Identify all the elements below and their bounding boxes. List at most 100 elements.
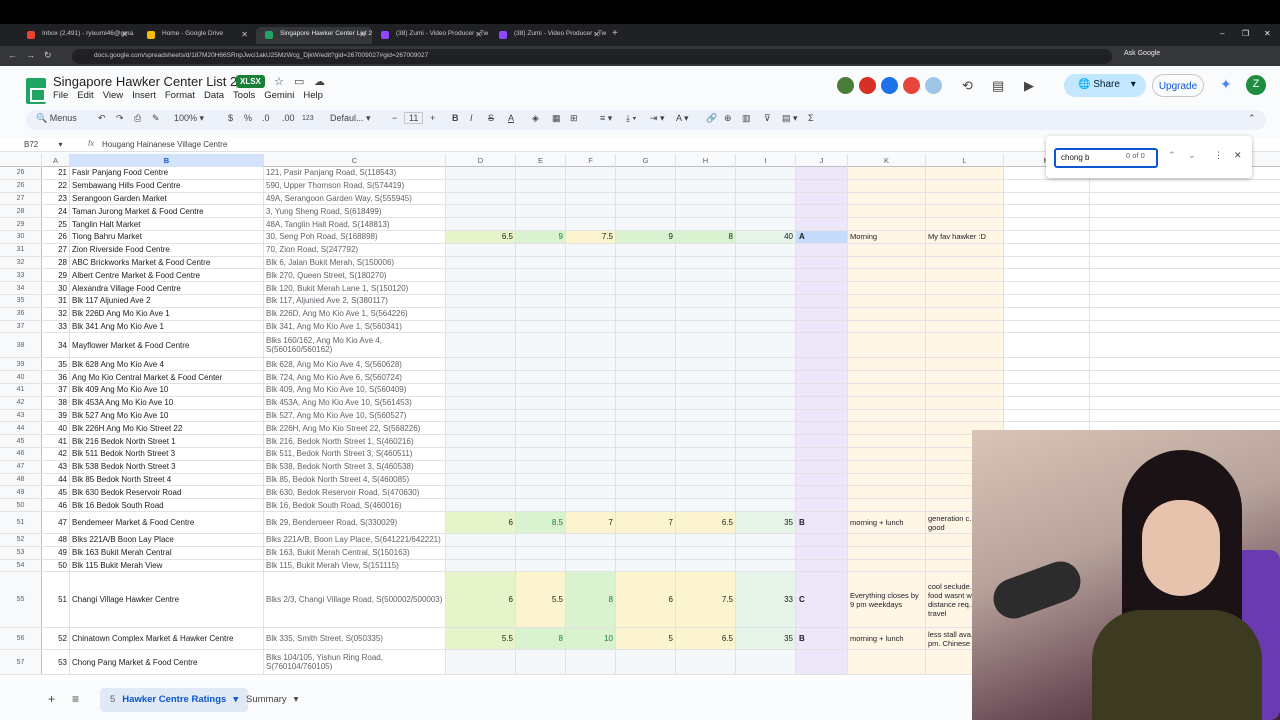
- score-cell[interactable]: 6: [446, 512, 516, 533]
- paint-format-icon[interactable]: ✎: [152, 113, 160, 124]
- score-cell[interactable]: [516, 320, 566, 333]
- total-score-cell[interactable]: [736, 333, 796, 358]
- reload-icon[interactable]: ↻: [44, 50, 52, 61]
- index-cell[interactable]: 38: [42, 396, 70, 409]
- score-cell[interactable]: [446, 546, 516, 559]
- horizontal-align-icon[interactable]: ≡ ▾: [600, 113, 612, 124]
- share-button[interactable]: 🌐 Share ▾: [1064, 74, 1146, 97]
- score-cell[interactable]: [516, 295, 566, 307]
- address-cell[interactable]: 48A, Tanglin Halt Road, S(148813): [264, 218, 446, 230]
- hawker-name-cell[interactable]: Blk 628 Ang Mo Kio Ave 4: [70, 358, 264, 371]
- score-cell[interactable]: [516, 179, 566, 192]
- column-header-a[interactable]: A: [42, 154, 70, 167]
- hawker-name-cell[interactable]: Blk 85 Bedok North Street 4: [70, 473, 264, 486]
- comment-cell[interactable]: [926, 295, 1004, 307]
- score-cell[interactable]: [516, 307, 566, 320]
- formula-input[interactable]: Hougang Hainanese Village Centre: [102, 140, 227, 149]
- hawker-name-cell[interactable]: Blk 630 Bedok Reservoir Road: [70, 486, 264, 499]
- score-cell[interactable]: [446, 460, 516, 473]
- score-cell[interactable]: [446, 333, 516, 358]
- row-number[interactable]: 38: [0, 333, 42, 358]
- hawker-name-cell[interactable]: Tiong Bahru Market: [70, 231, 264, 243]
- best-time-cell[interactable]: [848, 435, 926, 447]
- hawker-name-cell[interactable]: Blk 117 Aljunied Ave 2: [70, 295, 264, 307]
- total-score-cell[interactable]: [736, 448, 796, 460]
- score-cell[interactable]: [516, 409, 566, 422]
- address-cell[interactable]: Blk 216, Bedok North Street 1, S(460216): [264, 435, 446, 447]
- total-score-cell[interactable]: [736, 396, 796, 409]
- index-cell[interactable]: 40: [42, 422, 70, 435]
- address-cell[interactable]: Blk 527, Ang Mo Kio Ave 10, S(560527): [264, 409, 446, 422]
- address-cell[interactable]: 30, Seng Poh Road, S(168898): [264, 231, 446, 243]
- score-cell[interactable]: [516, 205, 566, 218]
- hawker-name-cell[interactable]: Bendemeer Market & Food Centre: [70, 512, 264, 533]
- score-cell[interactable]: [676, 167, 736, 179]
- score-cell[interactable]: [616, 499, 676, 511]
- grade-cell[interactable]: [796, 499, 848, 511]
- index-cell[interactable]: 21: [42, 167, 70, 179]
- row-number[interactable]: 53: [0, 546, 42, 559]
- score-cell[interactable]: [446, 282, 516, 294]
- table-row[interactable]: 34 30 Alexandra Village Food Centre Blk 120…: [0, 282, 1280, 295]
- table-row[interactable]: 36 32 Blk 226D Ang Mo Kio Ave 1 Blk 226D, A…: [0, 307, 1280, 321]
- row-number[interactable]: 27: [0, 192, 42, 205]
- score-cell[interactable]: 5.5: [516, 572, 566, 628]
- print-icon[interactable]: ⎙: [134, 113, 141, 124]
- score-cell[interactable]: [446, 435, 516, 447]
- best-time-cell[interactable]: [848, 282, 926, 294]
- score-cell[interactable]: [616, 460, 676, 473]
- total-score-cell[interactable]: [736, 243, 796, 256]
- comment-cell[interactable]: [926, 282, 1004, 294]
- grade-cell[interactable]: [796, 559, 848, 572]
- comment-cell[interactable]: [926, 218, 1004, 230]
- address-cell[interactable]: Blks 221A/B, Boon Lay Place, S(641221/64…: [264, 534, 446, 546]
- menu-format[interactable]: Format: [165, 90, 195, 101]
- grade-cell[interactable]: [796, 192, 848, 205]
- empty-cell[interactable]: [1004, 218, 1090, 230]
- move-folder-icon[interactable]: ▭: [294, 75, 304, 88]
- decrease-decimal-button[interactable]: .0: [262, 113, 270, 123]
- index-cell[interactable]: 34: [42, 333, 70, 358]
- score-cell[interactable]: [566, 205, 616, 218]
- total-score-cell[interactable]: [736, 650, 796, 675]
- grade-cell[interactable]: [796, 205, 848, 218]
- best-time-cell[interactable]: [848, 422, 926, 435]
- table-row[interactable]: 38 34 Mayflower Market & Food Centre Blks 1…: [0, 333, 1280, 359]
- score-cell[interactable]: [516, 192, 566, 205]
- score-cell[interactable]: 6: [616, 572, 676, 628]
- score-cell[interactable]: [516, 499, 566, 511]
- more-options-icon[interactable]: ⋮: [1214, 150, 1223, 161]
- index-cell[interactable]: 41: [42, 435, 70, 447]
- grade-cell[interactable]: [796, 409, 848, 422]
- best-time-cell[interactable]: [848, 384, 926, 396]
- score-cell[interactable]: [676, 650, 736, 675]
- hawker-name-cell[interactable]: Blk 226H Ang Mo Kio Street 22: [70, 422, 264, 435]
- best-time-cell[interactable]: [848, 396, 926, 409]
- total-score-cell[interactable]: [736, 499, 796, 511]
- close-find-icon[interactable]: ✕: [1234, 150, 1242, 161]
- total-score-cell[interactable]: 40: [736, 231, 796, 243]
- score-cell[interactable]: [616, 448, 676, 460]
- score-cell[interactable]: [566, 295, 616, 307]
- score-cell[interactable]: [676, 333, 736, 358]
- score-cell[interactable]: [566, 256, 616, 269]
- address-cell[interactable]: Blk 538, Bedok North Street 3, S(460538): [264, 460, 446, 473]
- column-header-b[interactable]: B: [70, 154, 264, 167]
- total-score-cell[interactable]: [736, 546, 796, 559]
- hawker-name-cell[interactable]: Zion Riverside Food Centre: [70, 243, 264, 256]
- best-time-cell[interactable]: [848, 358, 926, 371]
- score-cell[interactable]: [676, 282, 736, 294]
- row-number[interactable]: 49: [0, 486, 42, 499]
- row-number[interactable]: 42: [0, 396, 42, 409]
- index-cell[interactable]: 32: [42, 307, 70, 320]
- row-number[interactable]: 54: [0, 559, 42, 572]
- score-cell[interactable]: 9: [516, 231, 566, 243]
- score-cell[interactable]: [566, 499, 616, 511]
- table-row[interactable]: 40 36 Ang Mo Kio Central Market & Food Cen…: [0, 371, 1280, 384]
- total-score-cell[interactable]: [736, 269, 796, 282]
- find-previous-icon[interactable]: ⌃: [1168, 150, 1176, 161]
- score-cell[interactable]: [616, 269, 676, 282]
- score-cell[interactable]: [676, 295, 736, 307]
- row-number[interactable]: 31: [0, 243, 42, 256]
- best-time-cell[interactable]: [848, 295, 926, 307]
